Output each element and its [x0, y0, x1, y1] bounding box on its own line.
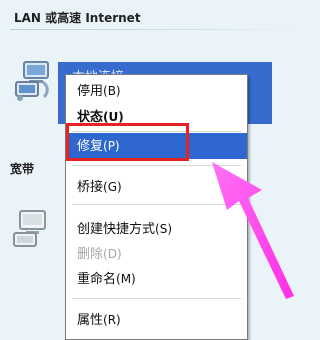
menu-item-bridge-label: 桥接 [77, 180, 104, 195]
menu-item-status[interactable]: 状态(U) [66, 104, 247, 130]
menu-item-properties-label: 属性 [77, 313, 104, 328]
menu-item-properties-shortcut: (R) [103, 313, 121, 327]
menu-item-repair[interactable]: 修复(P) [66, 133, 247, 159]
menu-item-repair-label: 修复 [77, 139, 104, 154]
menu-item-create-shortcut[interactable]: 创建快捷方式(S) [66, 216, 247, 242]
broadband-section-title: 宽带 [10, 162, 35, 176]
lan-section-title: LAN 或高速 Internet [14, 11, 141, 25]
menu-item-disable[interactable]: 停用(B) [66, 78, 247, 104]
menu-item-properties[interactable]: 属性(R) [66, 307, 247, 333]
menu-separator [72, 298, 241, 299]
menu-item-rename[interactable]: 重命名(M) [66, 266, 247, 292]
menu-item-disable-shortcut: (B) [103, 84, 121, 98]
menu-item-rename-label: 重命名 [77, 272, 117, 287]
menu-item-create-shortcut-label: 创建快捷方式 [77, 222, 156, 237]
menu-item-bridge-shortcut: (G) [103, 180, 122, 194]
lan-section-header: LAN 或高速 Internet [0, 0, 308, 34]
context-menu[interactable]: 停用(B) 状态(U) 修复(P) 桥接(G) 创建快捷方式(S) 删除(D) … [65, 74, 248, 340]
section-divider [10, 29, 300, 30]
menu-separator [72, 165, 241, 166]
menu-separator [72, 131, 241, 132]
menu-item-create-shortcut-shortcut: (S) [155, 222, 172, 236]
menu-separator [72, 204, 241, 205]
menu-item-delete-label: 删除 [77, 247, 104, 262]
menu-item-delete: 删除(D) [66, 241, 247, 267]
menu-item-status-label: 状态 [77, 110, 104, 125]
menu-item-bridge[interactable]: 桥接(G) [66, 174, 247, 200]
menu-item-status-shortcut: (U) [103, 110, 124, 124]
network-computer-icon[interactable] [10, 50, 56, 106]
menu-item-repair-shortcut: (P) [103, 139, 120, 153]
menu-item-rename-shortcut: (M) [116, 272, 136, 286]
menu-item-delete-shortcut: (D) [103, 247, 122, 261]
broadband-computer-icon[interactable] [10, 198, 56, 254]
menu-item-disable-label: 停用 [77, 84, 104, 99]
